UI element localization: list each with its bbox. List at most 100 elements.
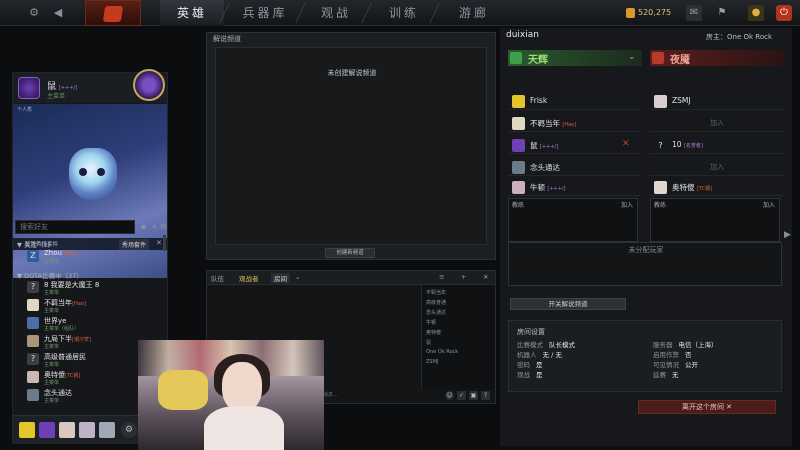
chat-member[interactable]: 鼠 (426, 339, 431, 346)
nav-tab-arcade[interactable]: 游廊 (450, 0, 498, 26)
toggle-broadcast-button[interactable]: 开关解说频道 (510, 298, 626, 310)
nav-tab-armory[interactable]: 兵器库 (236, 0, 294, 26)
chat-member[interactable]: 牛顿 (426, 319, 436, 326)
send-icon[interactable]: ✓ (457, 391, 466, 400)
radiant-slot[interactable]: 念头通达 (508, 158, 642, 176)
party-member-avatar[interactable] (59, 422, 75, 438)
chat-input[interactable]: (发送消息... (311, 391, 441, 401)
list-item[interactable]: ? 8 我要是大魔王 8 主菜单 (27, 281, 163, 296)
chat-member[interactable]: 奥特傻 (426, 329, 441, 336)
expand-arrow-icon[interactable]: ▶ (784, 230, 794, 242)
friend-name: Zhou[雅林] (44, 249, 76, 257)
dota-logo[interactable] (85, 0, 141, 26)
webcam-background-object (158, 370, 208, 410)
add-channel-icon[interactable]: + (461, 273, 466, 281)
radiant-slot[interactable]: 不羁当年 [Hao] (508, 114, 642, 132)
group-header[interactable]: ▼ DOTA比赛中（37） (17, 270, 83, 280)
avatar (512, 95, 525, 108)
chevron-down-icon[interactable]: ⌄ (295, 273, 300, 281)
radiant-icon (510, 52, 522, 64)
dire-header[interactable]: 夜魇 (650, 50, 784, 66)
coach-join-button[interactable]: 加入 (621, 200, 633, 209)
create-channel-button[interactable]: 创建新频道 (325, 248, 375, 258)
dire-coach-slot[interactable]: 教练 加入 (650, 198, 780, 242)
gear-icon[interactable]: ⚙ (26, 5, 42, 21)
nav-tab-heroes[interactable]: 英雄 (160, 0, 224, 26)
radiant-slot[interactable]: 鼠 [+++/] ✕ (508, 136, 642, 154)
profile-header[interactable]: 鼠 [+++/] 主菜单 (13, 69, 167, 103)
player-name-text: 鼠 (530, 141, 538, 150)
friend-name-text: 奥特傻 (44, 371, 65, 379)
radiant-header[interactable]: 天辉 ⌄ (508, 50, 642, 66)
party-settings-icon[interactable]: ⚙ (121, 422, 137, 438)
chat-member[interactable]: 高级普通 (426, 299, 446, 306)
player-name: Frisk (530, 96, 548, 105)
settings-value: 无 (672, 371, 679, 379)
shards-balance[interactable]: 520,275 (626, 5, 672, 21)
chat-member[interactable]: One Ok Rock (426, 349, 458, 355)
dire-slot[interactable]: 加入 (650, 158, 784, 176)
join-slot-button[interactable]: 加入 (710, 162, 724, 172)
dire-slot[interactable]: 加入 (650, 114, 784, 132)
avatar (27, 371, 39, 383)
kick-icon[interactable]: ✕ (622, 139, 630, 149)
notification-icon[interactable]: ● (748, 5, 764, 21)
chat-icon[interactable]: ▪ (139, 222, 148, 231)
player-tag: [+++/] (547, 186, 566, 192)
player-name: ZSMJ (672, 96, 691, 105)
settings-label: 启用作弊 (653, 351, 679, 359)
player-name: 不羁当年 [Hao] (530, 118, 576, 129)
list-item[interactable]: Z Zhou[雅林] 主菜单 (27, 249, 163, 265)
list-item[interactable]: 世界ye 主菜单（组队） (27, 317, 163, 332)
chat-settings-icon[interactable]: ≡ (439, 273, 444, 281)
player-name-text: 奥特傻 (672, 183, 695, 192)
dire-slot[interactable]: ZSMJ (650, 92, 784, 110)
group-header[interactable]: ▼ 关注（1） (17, 239, 54, 249)
settings-icon[interactable]: ⚙ (159, 222, 168, 231)
tab-lobby[interactable]: 房间 (271, 273, 290, 283)
radiant-slot[interactable]: 牛顿 [+++/] (508, 178, 642, 196)
party-member-avatar[interactable] (19, 422, 35, 438)
mail-icon[interactable]: ✉ (686, 5, 702, 21)
tab-team[interactable]: 队伍 (211, 273, 224, 283)
emoji-icon[interactable]: ☺ (445, 391, 454, 400)
coach-label: 教练 (512, 202, 525, 209)
chat-member[interactable]: 不羁当年 (426, 289, 446, 296)
avatar[interactable] (18, 77, 40, 99)
help-icon[interactable]: ? (481, 391, 490, 400)
join-slot-button[interactable]: 加入 (710, 118, 724, 128)
party-member-avatar[interactable] (99, 422, 115, 438)
radiant-slot[interactable]: Frisk (508, 92, 642, 110)
close-icon[interactable]: ✕ (483, 273, 488, 281)
lobby-owner: 房主：One Ok Rock (706, 33, 773, 41)
settings-row: 服务器 电信（上海） (653, 339, 718, 349)
nav-tab-watch[interactable]: 观战 (312, 0, 360, 26)
party-member-avatar[interactable] (79, 422, 95, 438)
avatar (27, 299, 39, 311)
list-item[interactable]: 不羁当年[Hao] 主菜单 (27, 299, 163, 314)
add-friend-icon[interactable]: + (150, 222, 159, 231)
coach-join-button[interactable]: 加入 (763, 200, 775, 209)
unassigned-players[interactable]: 未分配玩家 (508, 242, 782, 286)
player-name-text: 牛顿 (530, 183, 545, 192)
tab-spectators[interactable]: 观战者 (239, 273, 259, 283)
chat-member[interactable]: 念头通达 (426, 309, 446, 316)
dire-slot[interactable]: 奥特傻 [TC钢] (650, 178, 784, 196)
coach-label: 教练 (654, 202, 667, 209)
avatar: Z (27, 250, 39, 262)
chevron-down-icon[interactable]: ⌄ (628, 52, 636, 62)
friend-list-scrollbar[interactable] (163, 235, 166, 251)
dire-slot[interactable]: ? 10 [名誉者] (650, 136, 784, 154)
friend-search-input[interactable] (15, 220, 135, 234)
nav-tab-learn[interactable]: 训练 (380, 0, 428, 26)
power-icon[interactable]: ⏻ (776, 5, 792, 21)
friend-status: 主菜单 (44, 344, 60, 350)
profile-card-icon[interactable]: ⚑ (714, 5, 730, 21)
party-member-avatar[interactable] (39, 422, 55, 438)
image-icon[interactable]: ▣ (469, 391, 478, 400)
back-icon[interactable]: ◀ (50, 5, 66, 21)
radiant-coach-slot[interactable]: 教练 加入 (508, 198, 638, 242)
rank-medal-icon[interactable] (133, 69, 165, 101)
leave-lobby-button[interactable]: 离开这个房间 ✕ (638, 400, 776, 414)
chat-member[interactable]: ZSMJ (426, 359, 438, 365)
